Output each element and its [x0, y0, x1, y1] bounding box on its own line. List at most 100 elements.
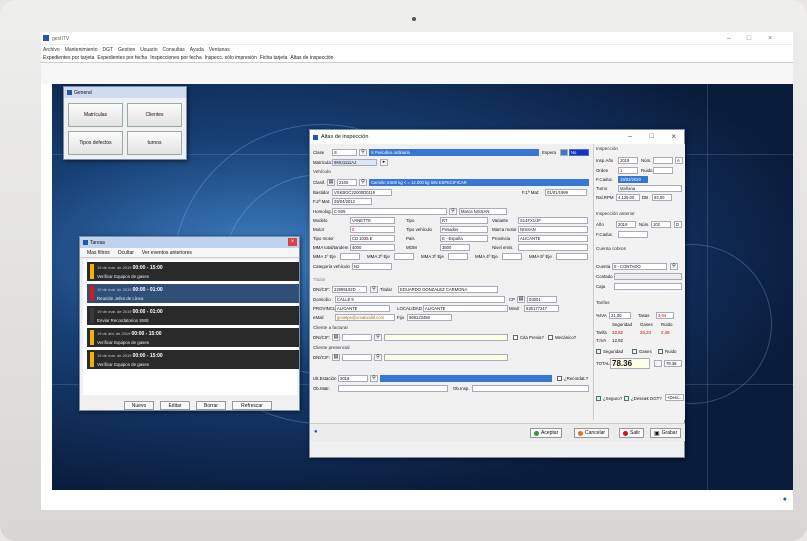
- search-icon[interactable]: ⚲: [359, 179, 367, 186]
- provincia-field[interactable]: ALICANTE: [335, 305, 390, 312]
- menu-usuario[interactable]: Usuario: [140, 47, 157, 53]
- iva-field[interactable]: 21,00: [609, 312, 631, 319]
- salir-button[interactable]: Salir: [619, 428, 645, 438]
- search-icon[interactable]: ⚲: [374, 334, 382, 341]
- num-field[interactable]: [653, 157, 673, 164]
- db-field[interactable]: 93,00: [652, 194, 672, 201]
- toolbar-inspecc-impresion[interactable]: Inspecc. sólo impresión: [205, 55, 257, 61]
- tipo-motor-field[interactable]: CD 1035 E: [350, 235, 395, 242]
- fcaduc-field[interactable]: 19/03/2020: [618, 176, 648, 183]
- dni-field[interactable]: 22999102D: [332, 286, 367, 293]
- marca-field[interactable]: Marca NISSAN: [459, 208, 507, 215]
- tipo-vehiculo-select[interactable]: Pesados: [440, 226, 488, 233]
- turnos-button[interactable]: turnos: [127, 131, 182, 155]
- toolbar-inspecciones-fecha[interactable]: Inspecciones por fecha: [150, 55, 201, 61]
- clientes-button[interactable]: Clientes: [127, 103, 182, 127]
- presencial-dni-field[interactable]: [342, 354, 372, 361]
- list-item[interactable]: 19 de mar. de 2019 00:00 - 15:00 Verific…: [87, 350, 299, 369]
- grabar-button[interactable]: ▣ Grabar: [650, 428, 682, 438]
- domicilio-field[interactable]: CALLE 9: [335, 296, 505, 303]
- categoria-select[interactable]: N2: [352, 263, 392, 270]
- menu-consultas[interactable]: Consultas: [163, 47, 185, 53]
- ruido-field[interactable]: [653, 167, 673, 174]
- total-toggle[interactable]: [654, 360, 662, 367]
- ruido-checkbox[interactable]: [658, 349, 663, 354]
- provincia-select[interactable]: ALICANTE: [518, 235, 588, 242]
- motor-field[interactable]: 0: [350, 226, 395, 233]
- calendar-icon[interactable]: ▤: [332, 334, 340, 341]
- menu-mantenimiento[interactable]: Mantenimiento: [65, 47, 98, 53]
- menu-ayuda[interactable]: Ayuda: [190, 47, 204, 53]
- ver-eventos-button[interactable]: Ver eventos anteriores: [142, 250, 192, 256]
- num-letter[interactable]: A: [675, 157, 683, 164]
- num-anterior-letter[interactable]: D: [674, 221, 682, 228]
- localidad-field[interactable]: ALICANTE: [423, 305, 508, 312]
- list-item[interactable]: 19 de abr. de 2019 00:00 - 15:00 Verific…: [87, 328, 299, 347]
- search-icon[interactable]: ⚲: [449, 208, 457, 215]
- f2mat-field[interactable]: 29/04/2012: [332, 198, 372, 205]
- toolbar-altas-inspeccion[interactable]: Altas de inspección: [290, 55, 333, 61]
- maximize-icon[interactable]: □: [650, 133, 654, 140]
- seguro-checkbox[interactable]: [596, 396, 601, 401]
- espera-field[interactable]: No: [569, 149, 589, 156]
- contado-field[interactable]: [614, 273, 682, 280]
- caja-select[interactable]: [614, 283, 682, 290]
- ral-rpm-field[interactable]: 4.125,00: [616, 194, 640, 201]
- minimize-icon[interactable]: –: [724, 35, 734, 43]
- desc-button[interactable]: +Desc...: [665, 394, 684, 401]
- close-icon[interactable]: ×: [765, 35, 775, 43]
- nivel-emis-select[interactable]: [518, 244, 588, 251]
- tipos-defectos-button[interactable]: Tipos defectos: [68, 131, 123, 155]
- editar-button[interactable]: Editar: [160, 401, 190, 410]
- maximize-icon[interactable]: □: [744, 35, 754, 43]
- eje2-field[interactable]: [394, 253, 414, 260]
- nuevo-button[interactable]: Nuevo: [124, 401, 154, 410]
- titular-field[interactable]: EDUARDO GONZALEZ CARMONA: [398, 286, 498, 293]
- insp-ano-field[interactable]: 2019: [618, 157, 638, 164]
- seguridad-checkbox[interactable]: [596, 349, 601, 354]
- ult-estacion-field[interactable]: 3018: [338, 375, 368, 382]
- search-icon[interactable]: ⚲: [374, 354, 382, 361]
- modelo-field[interactable]: VANETTE: [350, 217, 395, 224]
- menu-dgt[interactable]: DGT: [102, 47, 113, 53]
- ob-matr-field[interactable]: [338, 385, 448, 392]
- eje1-field[interactable]: [340, 253, 360, 260]
- matriculas-button[interactable]: Matrículas: [68, 103, 123, 127]
- f1mat-field[interactable]: 01/01/1999: [545, 189, 587, 196]
- orden-field[interactable]: 1: [618, 167, 638, 174]
- tipo-field[interactable]: RT: [440, 217, 488, 224]
- mma-field[interactable]: 4000: [350, 244, 395, 251]
- toolbar-ficha-tarjeta[interactable]: Ficha tarjeta: [260, 55, 288, 61]
- close-icon[interactable]: ×: [671, 132, 676, 141]
- marca-motor-field[interactable]: NISSAN: [518, 226, 588, 233]
- fijo-field[interactable]: 968123456: [407, 314, 452, 321]
- calendar-icon[interactable]: ▤: [517, 296, 525, 303]
- mas-filtros-button[interactable]: Mas filtros: [87, 250, 110, 256]
- clasif-field[interactable]: Camión 3.500 kg < = 12.000 kg SIN ESPECI…: [369, 179, 589, 186]
- search-icon[interactable]: ⚲: [670, 263, 678, 270]
- search-icon[interactable]: ⚲: [359, 149, 367, 156]
- menu-ventanas[interactable]: Ventanas: [209, 47, 230, 53]
- mecanico-checkbox[interactable]: [548, 335, 553, 340]
- facturar-name-field[interactable]: [384, 334, 508, 341]
- bastidor-field[interactable]: VSKBGC22000D0119: [332, 189, 392, 196]
- eje4-field[interactable]: [502, 253, 522, 260]
- list-item[interactable]: 19 de mar. de 2019 00:00 - 01:00 Enviar …: [87, 306, 299, 325]
- movil-field[interactable]: 636177247: [524, 305, 559, 312]
- presencial-name-field[interactable]: [384, 354, 508, 361]
- toolbar-expedientes-fecha[interactable]: Expedientes por fecha: [97, 55, 147, 61]
- matricula-field[interactable]: 9MU1111AJ: [332, 159, 377, 166]
- variante-field[interactable]: S14FX1/JF: [518, 217, 588, 224]
- eje3-field[interactable]: [448, 253, 468, 260]
- list-item[interactable]: 19 de mar. de 2019 00:00 - 15:00 Verific…: [87, 262, 299, 281]
- search-icon[interactable]: ⚲: [370, 286, 378, 293]
- fcaduc-anterior-field[interactable]: [618, 231, 648, 238]
- ult-estacion-name[interactable]: [380, 375, 552, 382]
- clasif-code-field[interactable]: 2100: [337, 179, 357, 186]
- num-anterior-field[interactable]: 102: [651, 221, 671, 228]
- close-icon[interactable]: ×: [288, 238, 297, 246]
- menu-archivo[interactable]: Archivo: [43, 47, 60, 53]
- ano-field[interactable]: 2019: [616, 221, 636, 228]
- toolbar-expedientes-tarjeta[interactable]: Expedientes por tarjeta: [43, 55, 94, 61]
- email-field[interactable]: gmaitpe@creativalid.com: [335, 314, 395, 321]
